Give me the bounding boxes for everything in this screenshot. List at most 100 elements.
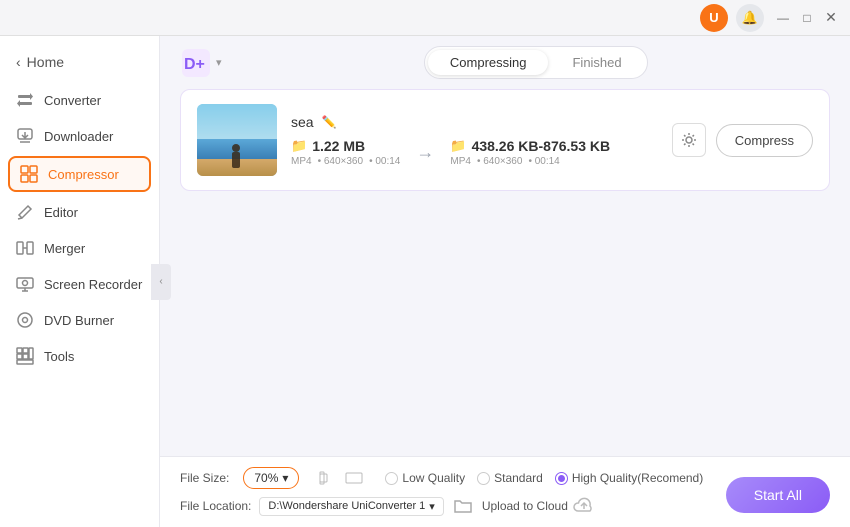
bell-icon[interactable]: 🔔 <box>736 4 764 32</box>
logo-dropdown-arrow[interactable]: ▾ <box>216 56 222 69</box>
sidebar-item-downloader[interactable]: Downloader <box>0 118 159 154</box>
original-format: MP4 <box>291 156 312 167</box>
sidebar-back-button[interactable]: ‹ Home <box>0 46 159 78</box>
screen-recorder-icon <box>16 275 34 293</box>
file-location-label: File Location: <box>180 499 251 513</box>
original-size-value: 1.22 MB <box>312 138 365 154</box>
compressed-resolution: 640×360 <box>477 156 523 167</box>
svg-text:D+: D+ <box>184 56 205 73</box>
compressed-folder-icon: 📁 <box>450 138 466 154</box>
tool-logo: D+ ▾ <box>180 47 222 79</box>
compressor-label: Compressor <box>48 167 119 182</box>
upload-cloud-label: Upload to Cloud <box>482 499 568 513</box>
quality-low[interactable]: Low Quality <box>385 471 465 485</box>
tab-compressing[interactable]: Compressing <box>428 50 549 75</box>
folder-icon: 📁 <box>291 138 307 154</box>
merger-label: Merger <box>44 241 85 256</box>
file-settings-button[interactable] <box>672 123 706 157</box>
sidebar-collapse-button[interactable]: ‹ <box>151 264 171 300</box>
file-size-label: File Size: <box>180 471 229 485</box>
editor-icon <box>16 203 34 221</box>
sidebar-item-dvd-burner[interactable]: DVD Burner <box>0 302 159 338</box>
converter-label: Converter <box>44 93 101 108</box>
sidebar-item-converter[interactable]: Converter <box>0 82 159 118</box>
compressed-size-block: 📁 438.26 KB-876.53 KB MP4 640×360 00:14 <box>450 138 610 167</box>
file-name-row: sea ✏️ <box>291 114 658 130</box>
titlebar-controls: — □ ✕ <box>774 9 840 27</box>
file-sizes-row: 📁 1.22 MB MP4 640×360 00:14 → <box>291 138 658 167</box>
file-location-path[interactable]: D:\Wondershare UniConverter 1 ▾ <box>259 497 443 516</box>
titlebar: U 🔔 — □ ✕ <box>0 0 850 36</box>
sidebar-item-editor[interactable]: Editor <box>0 194 159 230</box>
titlebar-icons: U 🔔 <box>700 4 764 32</box>
maximize-button[interactable]: □ <box>798 9 816 27</box>
converter-icon <box>16 91 34 109</box>
compressed-format: MP4 <box>450 156 471 167</box>
sidebar-item-compressor[interactable]: Compressor <box>8 156 151 192</box>
quality-standard[interactable]: Standard <box>477 471 543 485</box>
compressed-size-meta: MP4 640×360 00:14 <box>450 156 610 167</box>
collapse-icon: ‹ <box>159 276 162 287</box>
toolbar: D+ ▾ Compressing Finished <box>160 36 850 89</box>
screen-recorder-label: Screen Recorder <box>44 277 142 292</box>
quality-standard-label: Standard <box>494 471 543 485</box>
tools-label: Tools <box>44 349 74 364</box>
compressed-size-value: 438.26 KB-876.53 KB <box>472 138 611 154</box>
compress-button[interactable]: Compress <box>716 124 813 157</box>
back-arrow-icon: ‹ <box>16 54 21 70</box>
folder-open-icon[interactable] <box>452 495 474 517</box>
tools-icon <box>16 347 34 365</box>
dvd-burner-icon <box>16 311 34 329</box>
small-image-icon <box>317 467 339 489</box>
sidebar-item-screen-recorder[interactable]: Screen Recorder <box>0 266 159 302</box>
sidebar-item-merger[interactable]: Merger <box>0 230 159 266</box>
upload-cloud-button[interactable]: Upload to Cloud <box>482 496 595 517</box>
image-quality-icons <box>317 467 365 489</box>
location-path-value: D:\Wondershare UniConverter 1 <box>268 500 425 512</box>
file-size-value: 70% <box>254 471 278 485</box>
downloader-icon <box>16 127 34 145</box>
tab-group: Compressing Finished <box>424 46 648 79</box>
file-thumbnail <box>197 104 277 176</box>
file-name: sea <box>291 114 314 130</box>
merger-icon <box>16 239 34 257</box>
tab-finished[interactable]: Finished <box>550 50 643 75</box>
cloud-icon <box>573 496 595 517</box>
user-icon[interactable]: U <box>700 4 728 32</box>
downloader-label: Downloader <box>44 129 113 144</box>
compressor-icon <box>20 165 38 183</box>
compressed-size-main: 📁 438.26 KB-876.53 KB <box>450 138 610 154</box>
quality-low-label: Low Quality <box>402 471 465 485</box>
arrow-icon: → <box>416 142 434 163</box>
file-info: sea ✏️ 📁 1.22 MB MP4 640×360 <box>291 114 658 167</box>
original-size-block: 📁 1.22 MB MP4 640×360 00:14 <box>291 138 400 167</box>
dvd-burner-label: DVD Burner <box>44 313 114 328</box>
select-dropdown-arrow: ▾ <box>282 471 288 485</box>
editor-label: Editor <box>44 205 78 220</box>
original-resolution: 640×360 <box>318 156 364 167</box>
thumbnail-image <box>197 104 277 176</box>
compressed-duration: 00:14 <box>528 156 559 167</box>
original-duration: 00:14 <box>369 156 400 167</box>
home-label: Home <box>27 54 64 70</box>
location-dropdown-arrow: ▾ <box>429 500 435 513</box>
file-card: sea ✏️ 📁 1.22 MB MP4 640×360 <box>180 89 830 191</box>
radio-standard <box>477 472 490 485</box>
sidebar: ‹ Home Converter <box>0 36 160 527</box>
app-body: ‹ Home Converter <box>0 36 850 527</box>
original-size-main: 📁 1.22 MB <box>291 138 400 154</box>
file-size-select[interactable]: 70% ▾ <box>243 467 299 489</box>
minimize-button[interactable]: — <box>774 9 792 27</box>
quality-options: Low Quality Standard High Quality(Recome… <box>385 471 703 485</box>
quality-high[interactable]: High Quality(Recomend) <box>555 471 703 485</box>
main-content: D+ ▾ Compressing Finished <box>160 36 850 527</box>
sidebar-item-tools[interactable]: Tools <box>0 338 159 374</box>
file-actions: Compress <box>672 123 813 157</box>
file-area: sea ✏️ 📁 1.22 MB MP4 640×360 <box>160 89 850 456</box>
bottom-bar-wrapper: File Size: 70% ▾ <box>160 456 850 527</box>
radio-high <box>555 472 568 485</box>
quality-high-label: High Quality(Recomend) <box>572 471 703 485</box>
edit-icon[interactable]: ✏️ <box>322 115 337 129</box>
start-all-button[interactable]: Start All <box>726 477 830 513</box>
close-button[interactable]: ✕ <box>822 9 840 27</box>
